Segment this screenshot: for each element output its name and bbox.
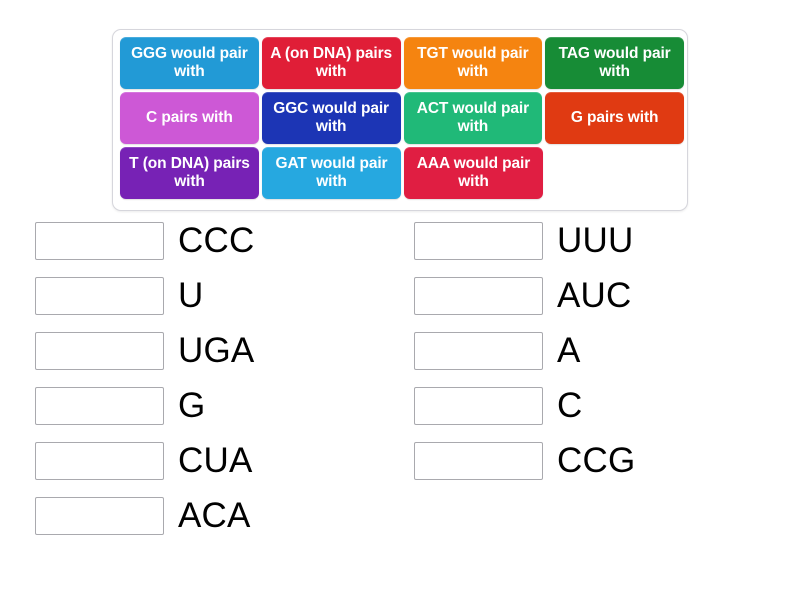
answer-column-left: CCC U UGA G CUA ACA: [35, 222, 254, 552]
tile-row: GGG would pair with A (on DNA) pairs with…: [120, 37, 687, 89]
answer-row: AUC: [414, 277, 635, 315]
answer-label: UUU: [557, 221, 634, 260]
answer-label: AUC: [557, 276, 632, 315]
dropzone[interactable]: [35, 497, 164, 535]
tile-row: T (on DNA) pairs with GAT would pair with…: [120, 147, 687, 199]
answer-row: CUA: [35, 442, 254, 480]
draggable-tile[interactable]: T (on DNA) pairs with: [120, 147, 259, 199]
dropzone[interactable]: [35, 442, 164, 480]
draggable-tile[interactable]: GGG would pair with: [120, 37, 259, 89]
answer-label: CCC: [178, 221, 255, 260]
draggable-tile[interactable]: AAA would pair with: [404, 147, 543, 199]
dropzone[interactable]: [414, 442, 543, 480]
answer-row: UUU: [414, 222, 635, 260]
dropzone[interactable]: [414, 387, 543, 425]
tile-label: GGG would pair with: [131, 45, 248, 80]
draggable-tile[interactable]: A (on DNA) pairs with: [261, 37, 401, 89]
answer-row: U: [35, 277, 254, 315]
draggable-tile[interactable]: G pairs with: [545, 92, 684, 144]
answer-row: CCC: [35, 222, 254, 260]
tile-row: C pairs with GGC would pair with ACT would…: [120, 92, 687, 144]
answer-row: ACA: [35, 497, 254, 535]
answer-row: C: [414, 387, 635, 425]
draggable-tile[interactable]: TGT would pair with: [403, 37, 543, 89]
answer-label: U: [178, 276, 204, 315]
tile-label: A (on DNA) pairs with: [270, 45, 393, 80]
dropzone[interactable]: [414, 222, 543, 260]
tile-label: GGC would pair with: [273, 100, 389, 135]
dropzone[interactable]: [414, 332, 543, 370]
dropzone[interactable]: [35, 222, 164, 260]
tile-label: GAT would pair with: [275, 155, 388, 190]
tile-label: TAG would pair with: [558, 45, 671, 80]
answer-label: A: [557, 331, 581, 370]
answer-label: UGA: [178, 331, 255, 370]
tile-label: ACT would pair with: [416, 100, 529, 135]
draggable-tile[interactable]: GGC would pair with: [261, 92, 401, 144]
dropzone[interactable]: [35, 332, 164, 370]
tile-bank: GGG would pair with A (on DNA) pairs with…: [112, 29, 688, 211]
answer-label: CCG: [557, 441, 636, 480]
tile-label: AAA would pair with: [416, 155, 531, 190]
tile-label: TGT would pair with: [417, 45, 529, 80]
answer-label: G: [178, 386, 206, 425]
tile-label: C pairs with: [146, 109, 233, 127]
dropzone[interactable]: [414, 277, 543, 315]
tile-label: T (on DNA) pairs with: [129, 155, 250, 190]
draggable-tile[interactable]: GAT would pair with: [262, 147, 401, 199]
answer-label: ACA: [178, 496, 251, 535]
answer-row: A: [414, 332, 635, 370]
answer-column-right: UUU AUC A C CCG: [414, 222, 635, 497]
answer-row: UGA: [35, 332, 254, 370]
draggable-tile[interactable]: TAG would pair with: [545, 37, 684, 89]
answer-label: CUA: [178, 441, 253, 480]
answer-row: CCG: [414, 442, 635, 480]
dropzone[interactable]: [35, 387, 164, 425]
draggable-tile[interactable]: ACT would pair with: [403, 92, 543, 144]
answer-row: G: [35, 387, 254, 425]
draggable-tile[interactable]: C pairs with: [120, 92, 259, 144]
answer-label: C: [557, 386, 583, 425]
tile-label: G pairs with: [570, 109, 659, 127]
dropzone[interactable]: [35, 277, 164, 315]
